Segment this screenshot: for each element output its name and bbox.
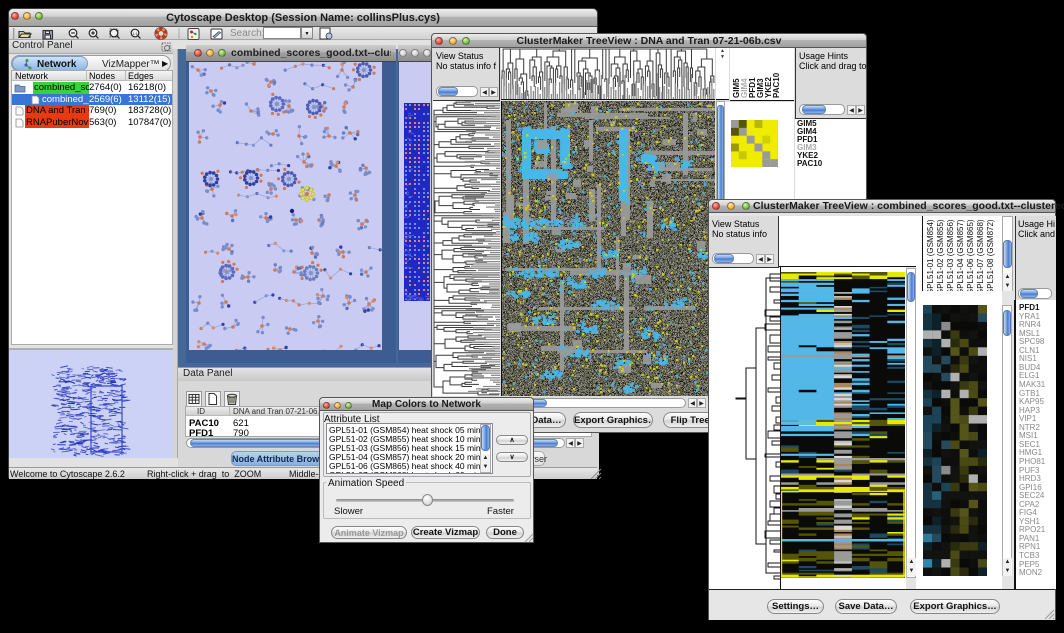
svg-text:1:1: 1:1 [132,32,137,36]
